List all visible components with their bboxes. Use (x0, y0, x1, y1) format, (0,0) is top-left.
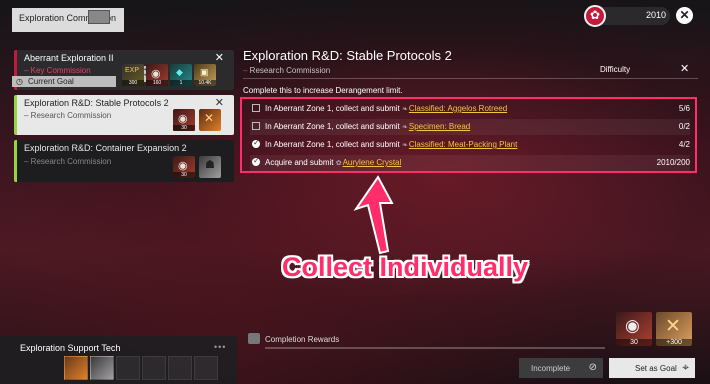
exp-item-icon: 300 (122, 64, 144, 86)
detail-subtitle: Research Commission (243, 66, 330, 75)
checkmark-icon (252, 156, 260, 166)
task-description: In Aberrant Zone 1, collect and submit (265, 104, 400, 113)
task-text: Acquire and submit ✿Aurylene Crystal (265, 158, 401, 167)
crystal-item-icon: 1 (170, 64, 192, 86)
item-qty: 30 (616, 339, 652, 346)
support-slot-empty[interactable] (116, 356, 140, 380)
current-goal-badge: Current Goal (12, 76, 116, 87)
annotation-label: Collect Individually (282, 252, 529, 282)
annotation-arrow (353, 175, 394, 255)
protocol-item-icon[interactable]: +300 (656, 312, 692, 346)
support-tech-title: Exploration Support Tech (20, 343, 121, 353)
task-row: In Aberrant Zone 1, collect and submit ❧… (250, 119, 690, 135)
task-progress: 0/2 (678, 122, 690, 131)
completion-rewards-label: Completion Rewards (265, 335, 340, 344)
research-commission-tag: – Research Commission (24, 111, 112, 120)
flower-currency-icon (584, 5, 606, 27)
currency-value: 2010 (645, 10, 666, 20)
task-row: In Aberrant Zone 1, collect and submit ❧… (250, 137, 690, 153)
divider (243, 78, 698, 79)
task-progress: 4/2 (678, 140, 690, 149)
meat-item-icon: 160 (146, 64, 168, 86)
commission-card-stable-protocols[interactable]: Exploration R&D: Stable Protocols 2 ✕ – … (14, 95, 234, 135)
detail-description: Complete this to increase Derangement li… (243, 86, 403, 95)
task-progress: 2010/200 (656, 158, 690, 167)
commission-title: Exploration R&D: Container Expansion 2 (24, 143, 187, 153)
title-portrait-icon (88, 10, 110, 24)
incomplete-label: Incomplete (531, 364, 571, 373)
incomplete-button[interactable]: Incomplete (519, 358, 603, 378)
box-icon (248, 333, 260, 344)
window-title-tab: Exploration Commission (12, 8, 124, 32)
leaf-icon: ❧ (401, 106, 408, 113)
item-qty: 1 (170, 80, 192, 86)
task-row: In Aberrant Zone 1, collect and submit ❧… (250, 101, 690, 117)
meat-item-icon: 30 (173, 109, 195, 131)
item-qty: +300 (656, 339, 692, 346)
meat-item-icon[interactable]: 30 (616, 312, 652, 346)
task-row: Acquire and submit ✿Aurylene Crystal 201… (250, 155, 690, 171)
set-as-goal-button[interactable]: Set as Goal (609, 358, 695, 378)
commission-tag: Research Commission (30, 157, 112, 166)
support-slot-empty[interactable] (168, 356, 192, 380)
task-description: In Aberrant Zone 1, collect and submit (265, 140, 400, 149)
commission-card-aberrant-exploration[interactable]: Aberrant Exploration II ✕ – Key Commissi… (12, 50, 234, 90)
rewards-divider (265, 347, 605, 349)
item-qty: 30 (173, 125, 195, 131)
difficulty-close-icon[interactable]: ✕ (680, 62, 689, 75)
commission-title: Exploration R&D: Stable Protocols 2 (24, 98, 169, 108)
support-slot-protocol-icon[interactable] (64, 356, 88, 380)
close-button[interactable]: ✕ (676, 7, 693, 24)
task-text: In Aberrant Zone 1, collect and submit ❧… (265, 104, 507, 113)
task-progress: 5/6 (678, 104, 690, 113)
support-slot-empty[interactable] (194, 356, 218, 380)
leaf-icon: ❧ (401, 142, 408, 149)
commission-tag: Key Commission (30, 66, 91, 75)
task-item-link[interactable]: Classified: Aggelos Rotreed (409, 104, 507, 113)
close-icon: ✕ (214, 52, 224, 64)
meat-item-icon: 30 (173, 156, 195, 178)
checkbox-empty-icon (252, 122, 260, 130)
close-icon: ✕ (214, 97, 224, 109)
container-item-icon (199, 156, 221, 178)
checkbox-empty-icon (252, 104, 260, 112)
task-item-link[interactable]: Specimen: Bread (409, 122, 470, 131)
more-options-icon[interactable]: ••• (214, 342, 226, 352)
item-qty: 30 (173, 172, 195, 178)
detail-title: Exploration R&D: Stable Protocols 2 (243, 48, 452, 63)
task-description: In Aberrant Zone 1, collect and submit (265, 122, 400, 131)
commission-tag: Research Commission (30, 111, 112, 120)
task-description: Acquire and submit (265, 158, 334, 167)
task-list: In Aberrant Zone 1, collect and submit ❧… (240, 97, 697, 173)
commission-title: Aberrant Exploration II (24, 53, 114, 63)
item-qty: 160 (146, 80, 168, 86)
commission-card-container-expansion[interactable]: Exploration R&D: Container Expansion 2 –… (14, 140, 234, 182)
task-text: In Aberrant Zone 1, collect and submit ❧… (265, 122, 470, 131)
research-commission-tag: – Research Commission (24, 157, 112, 166)
set-goal-label: Set as Goal (635, 364, 677, 373)
task-item-link[interactable]: Aurylene Crystal (343, 158, 402, 167)
task-text: In Aberrant Zone 1, collect and submit ❧… (265, 140, 517, 149)
task-item-link[interactable]: Classified: Meat-Packing Plant (409, 140, 518, 149)
item-qty: 300 (122, 80, 144, 86)
key-commission-tag: – Key Commission (24, 66, 91, 75)
leaf-icon: ❧ (401, 124, 408, 131)
box-item-icon: 10.4K (194, 64, 216, 86)
support-slot-container-icon[interactable] (90, 356, 114, 380)
protocol-item-icon (199, 109, 221, 131)
checkmark-icon (252, 138, 260, 148)
flower-icon: ✿ (335, 160, 342, 167)
difficulty-label: Difficulty (600, 65, 631, 74)
support-slot-empty[interactable] (142, 356, 166, 380)
item-qty: 10.4K (194, 80, 216, 86)
